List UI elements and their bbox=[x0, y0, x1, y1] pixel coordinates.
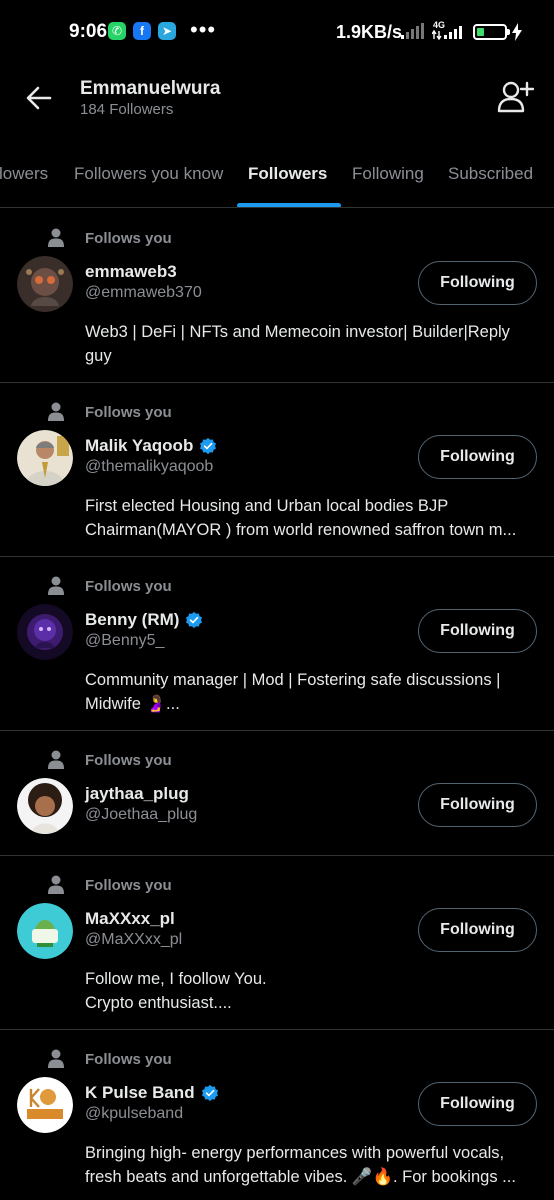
name-row: emmaweb3 bbox=[85, 262, 177, 282]
status-time: 9:06 bbox=[69, 21, 108, 42]
follows-you-label: Follows you bbox=[85, 877, 172, 894]
user-bio: Web3 | DeFi | NFTs and Memecoin investor… bbox=[85, 323, 510, 365]
name-row: MaXXxx_pl bbox=[85, 909, 175, 929]
name-row: Malik Yaqoob bbox=[85, 436, 217, 456]
status-bar: 9:06 ✆ f ➤ ••• 1.9KB/s 4G 27 bbox=[0, 0, 554, 62]
cell-signal-icon bbox=[444, 26, 462, 39]
charging-icon bbox=[512, 23, 522, 41]
list-item[interactable]: Follows you MaXXxx_pl @MaXXxx_pl Followi… bbox=[0, 856, 554, 1030]
follows-you-label: Follows you bbox=[85, 404, 172, 421]
user-handle: @themalikyaqoob bbox=[85, 458, 214, 475]
add-user-icon[interactable] bbox=[494, 78, 534, 118]
name-row: Benny (RM) bbox=[85, 610, 203, 630]
following-button[interactable]: Following bbox=[418, 261, 537, 305]
active-tab-indicator bbox=[237, 203, 341, 207]
avatar[interactable] bbox=[17, 430, 73, 486]
name-row: K Pulse Band bbox=[85, 1083, 219, 1103]
avatar[interactable] bbox=[17, 256, 73, 312]
list-item[interactable]: Follows you jaythaa_plug @Joethaa_plug F… bbox=[0, 731, 554, 856]
follows-you-label: Follows you bbox=[85, 1051, 172, 1068]
back-arrow-icon[interactable] bbox=[22, 80, 58, 116]
user-handle: @Joethaa_plug bbox=[85, 806, 198, 823]
display-name[interactable]: emmaweb3 bbox=[85, 262, 177, 282]
display-name[interactable]: jaythaa_plug bbox=[85, 784, 189, 804]
verified-badge-icon bbox=[186, 611, 203, 629]
user-handle: @kpulseband bbox=[85, 1105, 184, 1122]
user-handle: @Benny5_ bbox=[85, 632, 165, 649]
follower-count: 184 Followers bbox=[80, 101, 174, 118]
page-title: Emmanuelwura bbox=[80, 78, 221, 99]
telegram-icon: ➤ bbox=[158, 22, 176, 40]
avatar[interactable] bbox=[17, 903, 73, 959]
battery-level: 27 bbox=[484, 26, 496, 37]
user-bio: Community manager | Mod | Fostering safe… bbox=[85, 671, 501, 713]
avatar[interactable] bbox=[17, 604, 73, 660]
display-name[interactable]: Malik Yaqoob bbox=[85, 436, 193, 456]
following-button[interactable]: Following bbox=[418, 435, 537, 479]
list-item[interactable]: Follows you K Pulse Band @kpulseband Fol… bbox=[0, 1030, 554, 1200]
avatar[interactable] bbox=[17, 1077, 73, 1133]
person-icon bbox=[48, 1049, 64, 1068]
tab-verified-followers[interactable]: lowers bbox=[0, 164, 48, 184]
avatar[interactable] bbox=[17, 778, 73, 834]
tab-following[interactable]: Following bbox=[352, 164, 424, 184]
display-name[interactable]: Benny (RM) bbox=[85, 610, 179, 630]
person-icon bbox=[48, 576, 64, 595]
name-row: jaythaa_plug bbox=[85, 784, 189, 804]
header: Emmanuelwura 184 Followers bbox=[0, 62, 554, 142]
display-name[interactable]: MaXXxx_pl bbox=[85, 909, 175, 929]
display-name[interactable]: K Pulse Band bbox=[85, 1083, 195, 1103]
verified-badge-icon bbox=[201, 1084, 218, 1102]
tab-followers-you-know[interactable]: Followers you know bbox=[74, 164, 223, 184]
user-bio: Follow me, I foollow You. Crypto enthusi… bbox=[85, 970, 267, 1012]
battery-tip bbox=[507, 29, 510, 35]
battery-icon: 27 bbox=[473, 24, 507, 40]
wifi-signal-icon bbox=[401, 23, 424, 39]
list-item[interactable]: Follows you Malik Yaqoob @themalikyaqoob… bbox=[0, 383, 554, 557]
follows-you-label: Follows you bbox=[85, 752, 172, 769]
following-button[interactable]: Following bbox=[418, 783, 537, 827]
follows-you-label: Follows you bbox=[85, 230, 172, 247]
facebook-icon: f bbox=[133, 22, 151, 40]
more-notifications-icon: ••• bbox=[190, 17, 217, 42]
list-item[interactable]: Follows you Benny (RM) @Benny5_ Followin… bbox=[0, 557, 554, 731]
person-icon bbox=[48, 750, 64, 769]
person-icon bbox=[48, 875, 64, 894]
following-button[interactable]: Following bbox=[418, 609, 537, 653]
following-button[interactable]: Following bbox=[418, 1082, 537, 1126]
following-button[interactable]: Following bbox=[418, 908, 537, 952]
tab-subscribed[interactable]: Subscribed bbox=[448, 164, 533, 184]
tab-followers[interactable]: Followers bbox=[248, 164, 327, 184]
user-bio: Bringing high- energy performances with … bbox=[85, 1144, 516, 1186]
follows-you-label: Follows you bbox=[85, 578, 172, 595]
tab-bar: lowers Followers you know Followers Foll… bbox=[0, 142, 554, 208]
followers-list: Follows you emmaweb3 @emmaweb370 Followi… bbox=[0, 209, 554, 1200]
whatsapp-icon: ✆ bbox=[108, 22, 126, 40]
user-handle: @emmaweb370 bbox=[85, 284, 202, 301]
user-bio: First elected Housing and Urban local bo… bbox=[85, 497, 517, 539]
person-icon bbox=[48, 228, 64, 247]
data-arrows-icon bbox=[432, 30, 442, 40]
network-speed: 1.9KB/s bbox=[336, 22, 403, 42]
list-item[interactable]: Follows you emmaweb3 @emmaweb370 Followi… bbox=[0, 209, 554, 383]
user-handle: @MaXXxx_pl bbox=[85, 931, 183, 948]
verified-badge-icon bbox=[200, 437, 217, 455]
person-icon bbox=[48, 402, 64, 421]
